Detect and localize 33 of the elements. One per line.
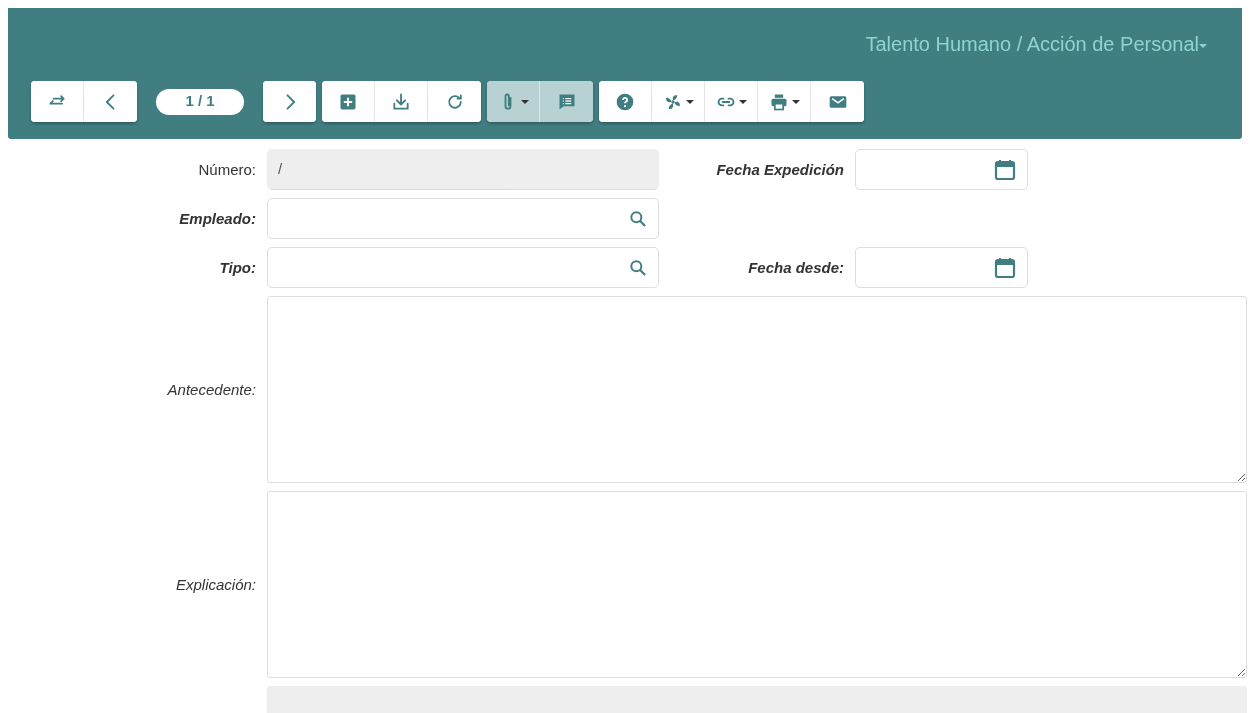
date-field[interactable] — [855, 247, 1028, 288]
field-label: Explicación: — [174, 575, 257, 595]
plus-square-button[interactable] — [322, 81, 375, 122]
help-icon — [615, 91, 635, 112]
input-field[interactable]: / — [267, 149, 659, 190]
chevron-right-button[interactable] — [263, 81, 316, 122]
page-indicator[interactable]: 1 / 1 — [156, 88, 244, 115]
printer-button[interactable] — [758, 81, 811, 122]
field-label: Antecedente: — [166, 380, 257, 400]
download-icon — [391, 91, 411, 112]
calendar-icon — [993, 255, 1017, 280]
field-label: Fecha desde: — [747, 258, 845, 278]
field-label: Fecha Expedición — [715, 160, 845, 180]
field-label: Número: — [197, 160, 257, 180]
fan-button[interactable] — [652, 81, 705, 122]
comment-button[interactable] — [540, 81, 593, 122]
calendar-icon — [993, 157, 1017, 182]
breadcrumb-menu[interactable]: Talento Humano / Acción de Personal — [865, 29, 1207, 59]
chevron-left-button[interactable] — [84, 81, 137, 122]
mail-button[interactable] — [811, 81, 864, 122]
search-icon — [628, 208, 648, 229]
field-label: Empleado: — [178, 209, 257, 229]
lookup-field[interactable] — [267, 247, 659, 288]
link-button[interactable] — [705, 81, 758, 122]
search-icon — [628, 257, 648, 278]
refresh-button[interactable] — [428, 81, 481, 122]
download-button[interactable] — [375, 81, 428, 122]
lookup-field[interactable] — [267, 198, 659, 239]
swap-button[interactable] — [31, 81, 84, 122]
field-label: Tipo: — [218, 258, 257, 278]
date-field[interactable] — [855, 149, 1028, 190]
help-button[interactable] — [599, 81, 652, 122]
paperclip-button[interactable] — [487, 81, 540, 122]
